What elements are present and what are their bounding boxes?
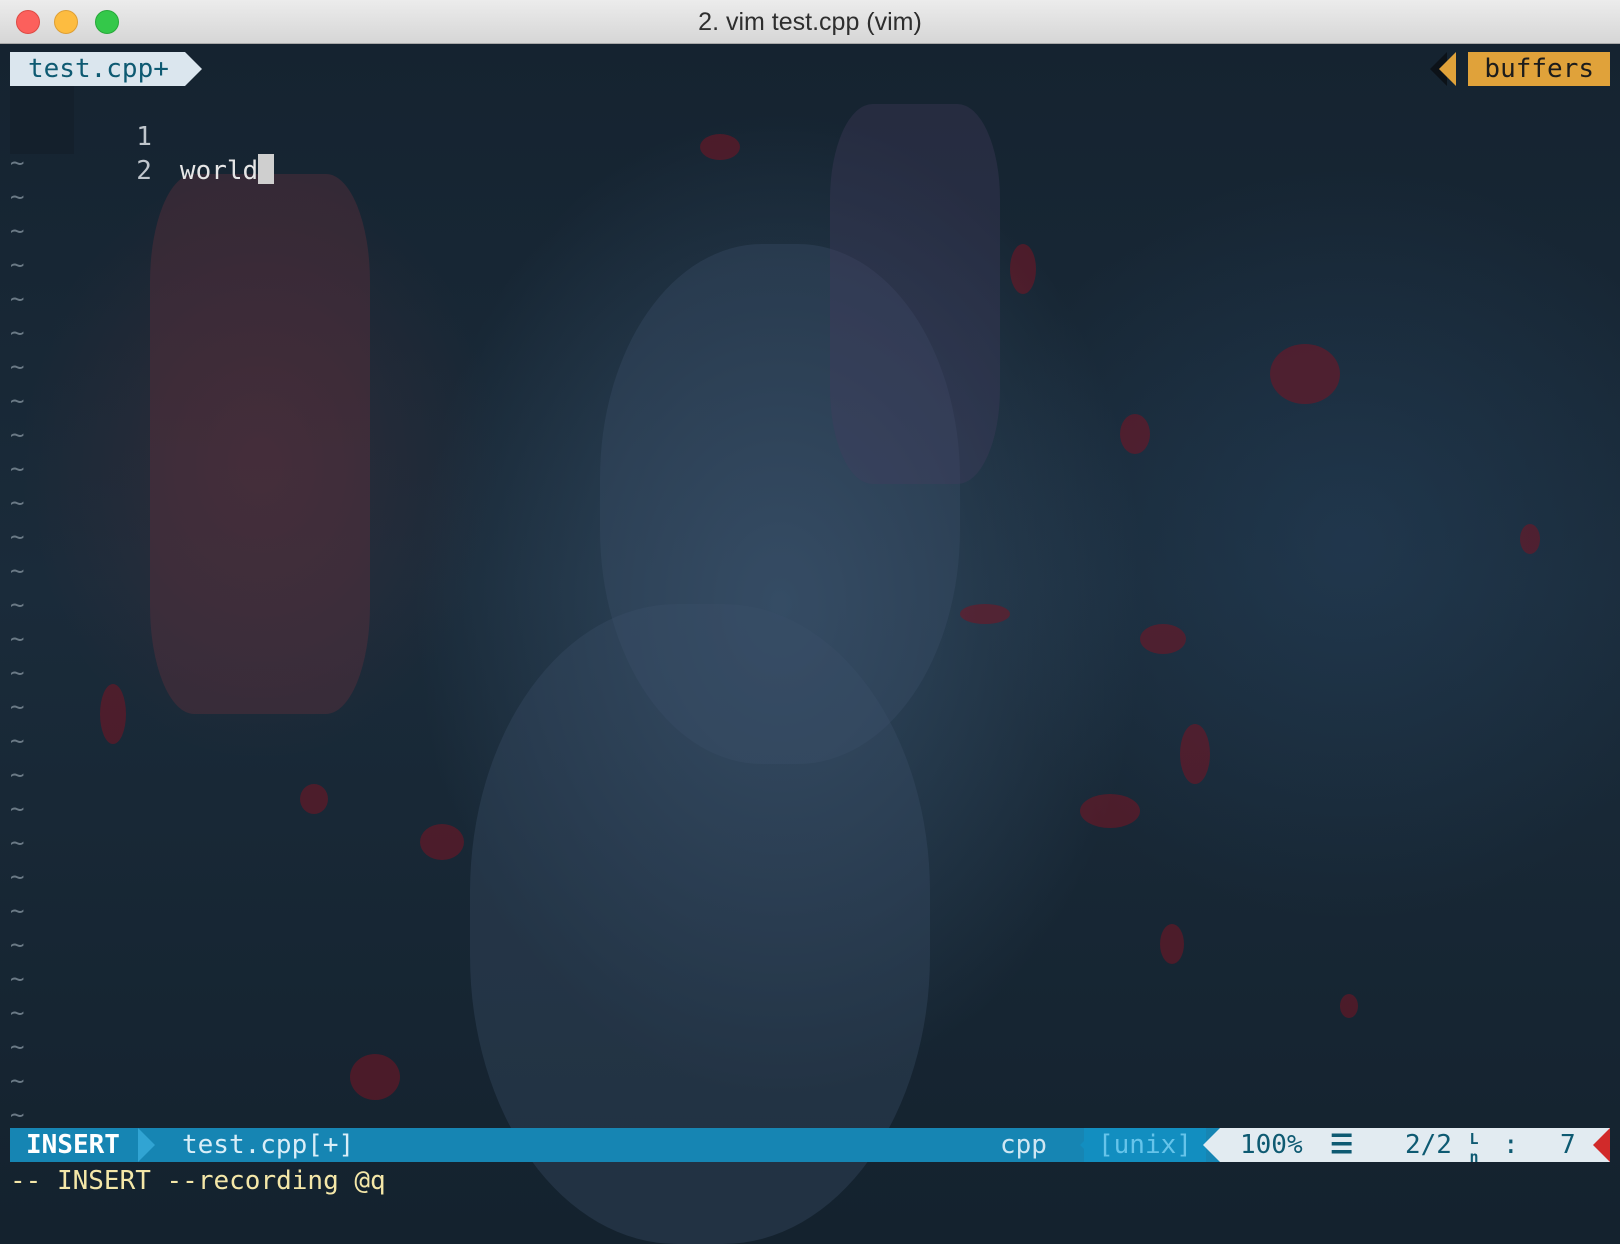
- tilde-marker: ~: [10, 659, 25, 687]
- position-separator: :: [1503, 1130, 1519, 1160]
- tilde-marker: ~: [10, 999, 25, 1027]
- tilde-marker: ~: [10, 523, 25, 551]
- tilde-marker: ~: [10, 149, 25, 177]
- ln-glyph: Ln: [1465, 1130, 1483, 1166]
- tilde-marker: ~: [10, 251, 25, 279]
- tilde-marker: ~: [10, 931, 25, 959]
- buffers-label: buffers: [1468, 52, 1610, 86]
- command-line[interactable]: -- INSERT --recording @q: [10, 1164, 386, 1198]
- tilde-marker: ~: [10, 489, 25, 517]
- tabline: test.cpp+ buffers: [10, 52, 1610, 86]
- line-number-icon: Ln: [1465, 1128, 1483, 1169]
- statusline-filename: test.cpp[+]: [182, 1130, 355, 1160]
- line-position: 2/2: [1405, 1130, 1452, 1160]
- tilde-marker: ~: [10, 625, 25, 653]
- tilde-marker: ~: [10, 319, 25, 347]
- tilde-marker: ~: [10, 761, 25, 789]
- line-text: world: [179, 156, 259, 186]
- tilde-marker: ~: [10, 455, 25, 483]
- line-number: 2: [136, 156, 152, 186]
- buffer-line[interactable]: 1: [10, 86, 180, 152]
- tilde-marker: ~: [10, 693, 25, 721]
- tilde-marker: ~: [10, 1033, 25, 1061]
- mode-separator-arrow: [138, 1128, 155, 1162]
- text-cursor: [258, 154, 275, 184]
- title-bar[interactable]: 2. vim test.cpp (vim): [0, 0, 1620, 44]
- filetype-indicator: cpp: [1000, 1130, 1047, 1160]
- column-number: 7: [1560, 1130, 1576, 1160]
- menu-icon: ☰: [1330, 1130, 1354, 1160]
- warning-separator-arrow: [1593, 1128, 1610, 1162]
- position-block: 100% ☰ 2/2 Ln : 7: [1220, 1128, 1610, 1166]
- buffers-separator-arrow: [1439, 52, 1456, 86]
- tab-separator-arrow: [185, 52, 202, 86]
- window-title: 2. vim test.cpp (vim): [698, 8, 922, 36]
- tilde-marker: ~: [10, 795, 25, 823]
- tilde-marker: ~: [10, 897, 25, 925]
- tilde-marker: ~: [10, 217, 25, 245]
- tilde-marker: ~: [10, 1101, 25, 1129]
- tab-test-cpp[interactable]: test.cpp+: [10, 52, 185, 86]
- tilde-marker: ~: [10, 387, 25, 415]
- tilde-marker: ~: [10, 421, 25, 449]
- buffer-line[interactable]: 2 world: [10, 120, 275, 186]
- mode-indicator: INSERT: [10, 1128, 136, 1162]
- tilde-marker: ~: [10, 829, 25, 857]
- fileformat-indicator: [unix]: [1084, 1128, 1206, 1162]
- tilde-marker: ~: [10, 863, 25, 891]
- terminal-area[interactable]: test.cpp+ buffers 1 2 world ~ ~ ~ ~ ~ ~ ~…: [0, 44, 1620, 1244]
- terminal-window: 2. vim test.cpp (vim) test.cpp+ buffers …: [0, 0, 1620, 1244]
- tilde-marker: ~: [10, 727, 25, 755]
- scroll-percent: 100%: [1240, 1130, 1303, 1160]
- statusline: INSERT test.cpp[+] cpp [unix] 100% ☰ 2/2…: [10, 1128, 1610, 1166]
- tilde-marker: ~: [10, 1067, 25, 1095]
- tilde-marker: ~: [10, 285, 25, 313]
- position-separator-arrow: [1203, 1128, 1220, 1162]
- tilde-marker: ~: [10, 353, 25, 381]
- tilde-marker: ~: [10, 557, 25, 585]
- tilde-marker: ~: [10, 965, 25, 993]
- tilde-marker: ~: [10, 591, 25, 619]
- tilde-marker: ~: [10, 183, 25, 211]
